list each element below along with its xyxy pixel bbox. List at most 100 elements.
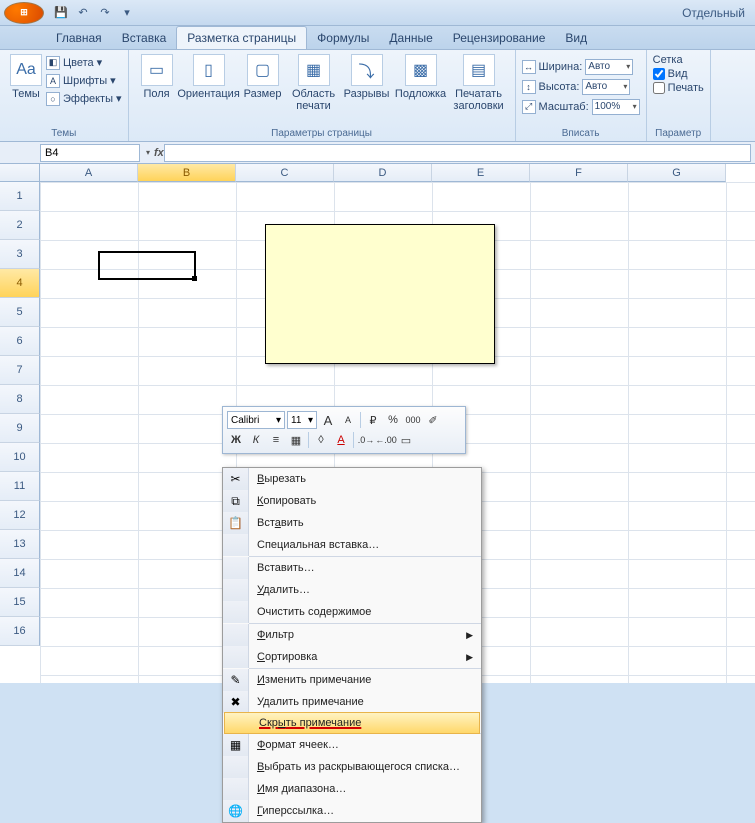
ctx-скрыть-примечание[interactable]: Скрыть примечание	[224, 712, 480, 734]
col-header-B[interactable]: B	[138, 164, 236, 182]
ctx-icon	[223, 534, 249, 556]
ctx-label: Копировать	[249, 495, 481, 507]
row-header-5[interactable]: 5	[0, 298, 40, 327]
increase-decimal-icon[interactable]: ←.00	[377, 431, 395, 449]
row-header-15[interactable]: 15	[0, 588, 40, 617]
tab-page-layout[interactable]: Разметка страницы	[176, 26, 307, 49]
select-all-corner[interactable]	[0, 164, 40, 182]
shrink-font-icon[interactable]: A	[339, 411, 357, 429]
row-header-16[interactable]: 16	[0, 617, 40, 646]
tab-view[interactable]: Вид	[555, 27, 597, 49]
merge-icon[interactable]: ▭	[397, 431, 415, 449]
size-button[interactable]: ▢Размер	[239, 52, 287, 102]
background-icon: ▩	[405, 54, 437, 86]
quick-access-toolbar: ⊞ 💾 ↶ ↷ ▾ Отдельный	[0, 0, 755, 26]
tab-insert[interactable]: Вставка	[112, 27, 177, 49]
size-icon: ▢	[247, 54, 279, 86]
row-header-14[interactable]: 14	[0, 559, 40, 588]
tab-review[interactable]: Рецензирование	[443, 27, 556, 49]
col-header-A[interactable]: A	[40, 164, 138, 182]
row-header-13[interactable]: 13	[0, 530, 40, 559]
col-header-E[interactable]: E	[432, 164, 530, 182]
row-header-12[interactable]: 12	[0, 501, 40, 530]
fx-icon[interactable]: fx	[154, 147, 164, 159]
italic-icon[interactable]: К	[247, 431, 265, 449]
fill-color-icon[interactable]: ◊	[312, 431, 330, 449]
ctx-изменить-примечание[interactable]: ✎Изменить примечание	[223, 669, 481, 691]
effects-button[interactable]: ○Эффекты ▾	[46, 90, 122, 107]
row-header-8[interactable]: 8	[0, 385, 40, 414]
comma-icon[interactable]: 000	[404, 411, 422, 429]
print-titles-button[interactable]: ▤Печатать заголовки	[449, 52, 509, 114]
fonts-button[interactable]: AШрифты ▾	[46, 72, 122, 89]
colors-button[interactable]: ◧Цвета ▾	[46, 54, 122, 71]
percent-icon[interactable]: %	[384, 411, 402, 429]
row-header-3[interactable]: 3	[0, 240, 40, 269]
mini-size-combo[interactable]: 11▾	[287, 411, 317, 429]
row-header-6[interactable]: 6	[0, 327, 40, 356]
formula-bar: B4 ▾ fx	[0, 142, 755, 164]
bold-icon[interactable]: Ж	[227, 431, 245, 449]
ctx-имя-диапазона-[interactable]: Имя диапазона…	[223, 778, 481, 800]
row-header-10[interactable]: 10	[0, 443, 40, 472]
ctx-вырезать[interactable]: ✂Вырезать	[223, 468, 481, 490]
tab-formulas[interactable]: Формулы	[307, 27, 379, 49]
name-box[interactable]: B4	[40, 144, 140, 162]
context-menu: ✂Вырезать⧉Копировать📋ВставитьСпециальная…	[222, 467, 482, 823]
gridlines-print-check[interactable]: Печать	[653, 82, 704, 94]
height-combo[interactable]: Авто▾	[582, 79, 630, 95]
tab-home[interactable]: Главная	[46, 27, 112, 49]
undo-icon[interactable]: ↶	[73, 3, 93, 23]
redo-icon[interactable]: ↷	[95, 3, 115, 23]
ctx-специальная-вставка-[interactable]: Специальная вставка…	[223, 534, 481, 556]
width-combo[interactable]: Авто▾	[585, 59, 633, 75]
mini-font-combo[interactable]: Calibri▾	[227, 411, 285, 429]
accounting-icon[interactable]: ₽	[364, 411, 382, 429]
row-header-1[interactable]: 1	[0, 182, 40, 211]
orientation-button[interactable]: ▯Ориентация	[179, 52, 239, 102]
ctx-удалить-[interactable]: Удалить…	[223, 579, 481, 601]
background-button[interactable]: ▩Подложка	[393, 52, 449, 102]
scale-combo[interactable]: 100%▾	[592, 99, 640, 115]
row-header-4[interactable]: 4	[0, 269, 40, 298]
ctx-копировать[interactable]: ⧉Копировать	[223, 490, 481, 512]
ctx-вставить-[interactable]: Вставить…	[223, 557, 481, 579]
row-header-2[interactable]: 2	[0, 211, 40, 240]
borders-icon[interactable]: ▦	[287, 431, 305, 449]
comment-box[interactable]	[265, 224, 495, 364]
ctx-очистить-содержимое[interactable]: Очистить содержимое	[223, 601, 481, 623]
dropdown-icon[interactable]: ▾	[146, 148, 150, 157]
ctx-гиперссылка-[interactable]: 🌐Гиперссылка…	[223, 800, 481, 822]
ctx-фильтр[interactable]: Фильтр▶	[223, 624, 481, 646]
grow-font-icon[interactable]: A	[319, 411, 337, 429]
active-cell-B4[interactable]	[98, 251, 196, 280]
margins-button[interactable]: ▭Поля	[135, 52, 179, 102]
format-painter-icon[interactable]: ✐	[424, 411, 442, 429]
col-header-G[interactable]: G	[628, 164, 726, 182]
print-area-button[interactable]: ▦Область печати	[287, 52, 341, 114]
align-icon[interactable]: ≡	[267, 431, 285, 449]
tab-data[interactable]: Данные	[379, 27, 442, 49]
col-header-F[interactable]: F	[530, 164, 628, 182]
col-header-C[interactable]: C	[236, 164, 334, 182]
fonts-label: Шрифты	[63, 75, 107, 87]
formula-input[interactable]	[164, 144, 751, 162]
row-header-7[interactable]: 7	[0, 356, 40, 385]
qat-more-icon[interactable]: ▾	[117, 3, 137, 23]
print-area-label: Область печати	[287, 88, 341, 112]
row-header-11[interactable]: 11	[0, 472, 40, 501]
gridlines-view-check[interactable]: Вид	[653, 68, 704, 80]
row-header-9[interactable]: 9	[0, 414, 40, 443]
font-color-icon[interactable]: A	[332, 431, 350, 449]
decrease-decimal-icon[interactable]: .0→	[357, 431, 375, 449]
breaks-button[interactable]: ⤵Разрывы	[341, 52, 393, 102]
col-header-D[interactable]: D	[334, 164, 432, 182]
ctx-сортировка[interactable]: Сортировка▶	[223, 646, 481, 668]
themes-button[interactable]: Aa Темы	[6, 52, 46, 102]
ctx-формат-ячеек-[interactable]: ▦Формат ячеек…	[223, 734, 481, 756]
ctx-вставить[interactable]: 📋Вставить	[223, 512, 481, 534]
save-icon[interactable]: 💾	[51, 3, 71, 23]
ctx-удалить-примечание[interactable]: ✖Удалить примечание	[223, 691, 481, 713]
ctx-выбрать-из-раскрывающегося-списка-[interactable]: Выбрать из раскрывающегося списка…	[223, 756, 481, 778]
office-button[interactable]: ⊞	[4, 2, 44, 24]
